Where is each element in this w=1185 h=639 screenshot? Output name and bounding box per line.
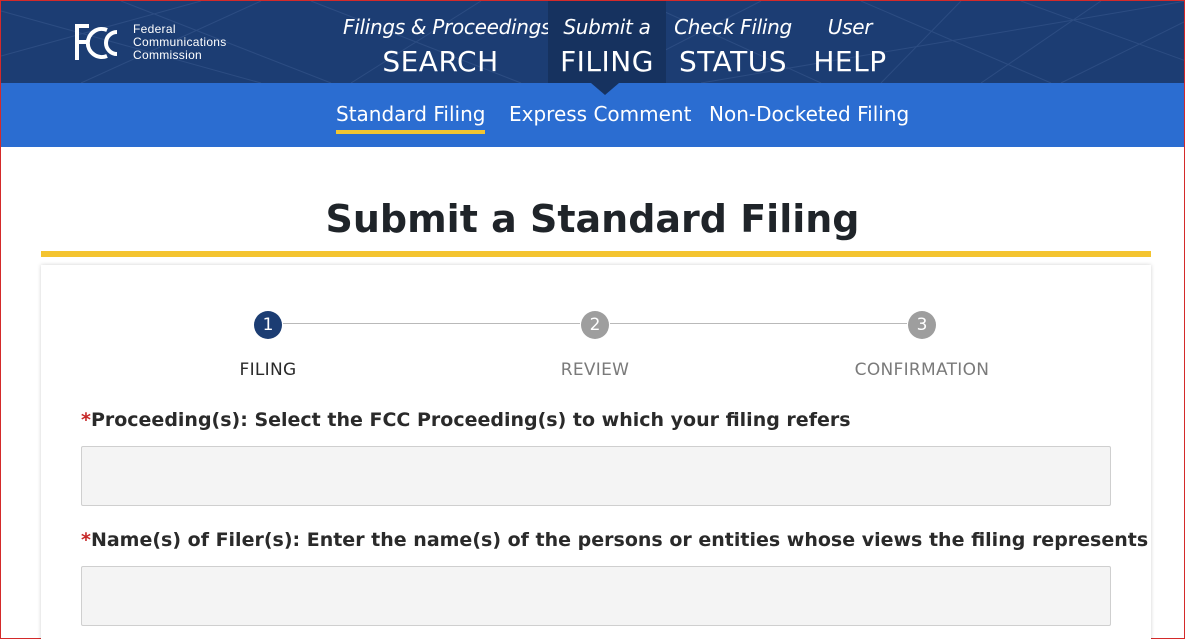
subnav-non-docketed-filing[interactable]: Non-Docketed Filing	[709, 102, 909, 126]
proceedings-label-text: Proceeding(s): Select the FCC Proceeding…	[90, 409, 851, 431]
nav-filing-title: FILING	[560, 45, 654, 78]
filers-label-text: Name(s) of Filer(s): Enter the name(s) o…	[90, 529, 1149, 551]
proceedings-label: *Proceeding(s): Select the FCC Proceedin…	[81, 409, 851, 431]
nav-status-title: STATUS	[678, 45, 788, 78]
required-asterisk: *	[81, 409, 91, 431]
subnav-standard-filing[interactable]: Standard Filing	[336, 102, 486, 134]
proceedings-input[interactable]	[81, 446, 1111, 506]
nav-filing[interactable]: Submit a FILING	[548, 1, 666, 83]
nav-search[interactable]: Filings & Proceedings SEARCH	[343, 1, 552, 83]
filers-input[interactable]	[81, 566, 1111, 626]
site-header: Federal Communications Commission Filing…	[1, 1, 1184, 83]
required-asterisk: *	[81, 529, 91, 551]
page-title: Submit a Standard Filing	[325, 197, 860, 241]
nav-help-subtitle: User	[827, 15, 873, 39]
step-connector	[283, 323, 580, 324]
filers-label: *Name(s) of Filer(s): Enter the name(s) …	[81, 529, 1148, 551]
nav-search-title: SEARCH	[382, 45, 499, 78]
nav-status-subtitle: Check Filing	[674, 15, 792, 39]
nav-filing-subtitle: Submit a	[563, 15, 651, 39]
step-1-label: FILING	[239, 360, 297, 380]
sub-navigation: Standard Filing Express Comment Non-Dock…	[1, 83, 1184, 147]
main-navigation: Filings & Proceedings SEARCH Submit a FI…	[1, 1, 1184, 83]
step-2-indicator: 2	[581, 311, 609, 339]
nav-help-title: HELP	[813, 45, 887, 78]
subnav-express-comment[interactable]: Express Comment	[509, 102, 691, 126]
filing-form-card: 1 2 3 FILING REVIEW CONFIRMATION *Procee…	[41, 265, 1151, 639]
nav-help[interactable]: User HELP	[806, 1, 894, 83]
step-3-indicator: 3	[908, 311, 936, 339]
nav-status[interactable]: Check Filing STATUS	[673, 1, 793, 83]
step-connector	[610, 323, 907, 324]
progress-stepper: 1 2 3 FILING REVIEW CONFIRMATION	[41, 265, 1151, 395]
nav-search-subtitle: Filings & Proceedings	[343, 15, 552, 39]
step-2-label: REVIEW	[560, 360, 630, 380]
step-1-indicator: 1	[254, 311, 282, 339]
step-3-label: CONFIRMATION	[854, 360, 990, 380]
title-underline	[41, 251, 1151, 257]
active-nav-pointer	[591, 83, 619, 95]
